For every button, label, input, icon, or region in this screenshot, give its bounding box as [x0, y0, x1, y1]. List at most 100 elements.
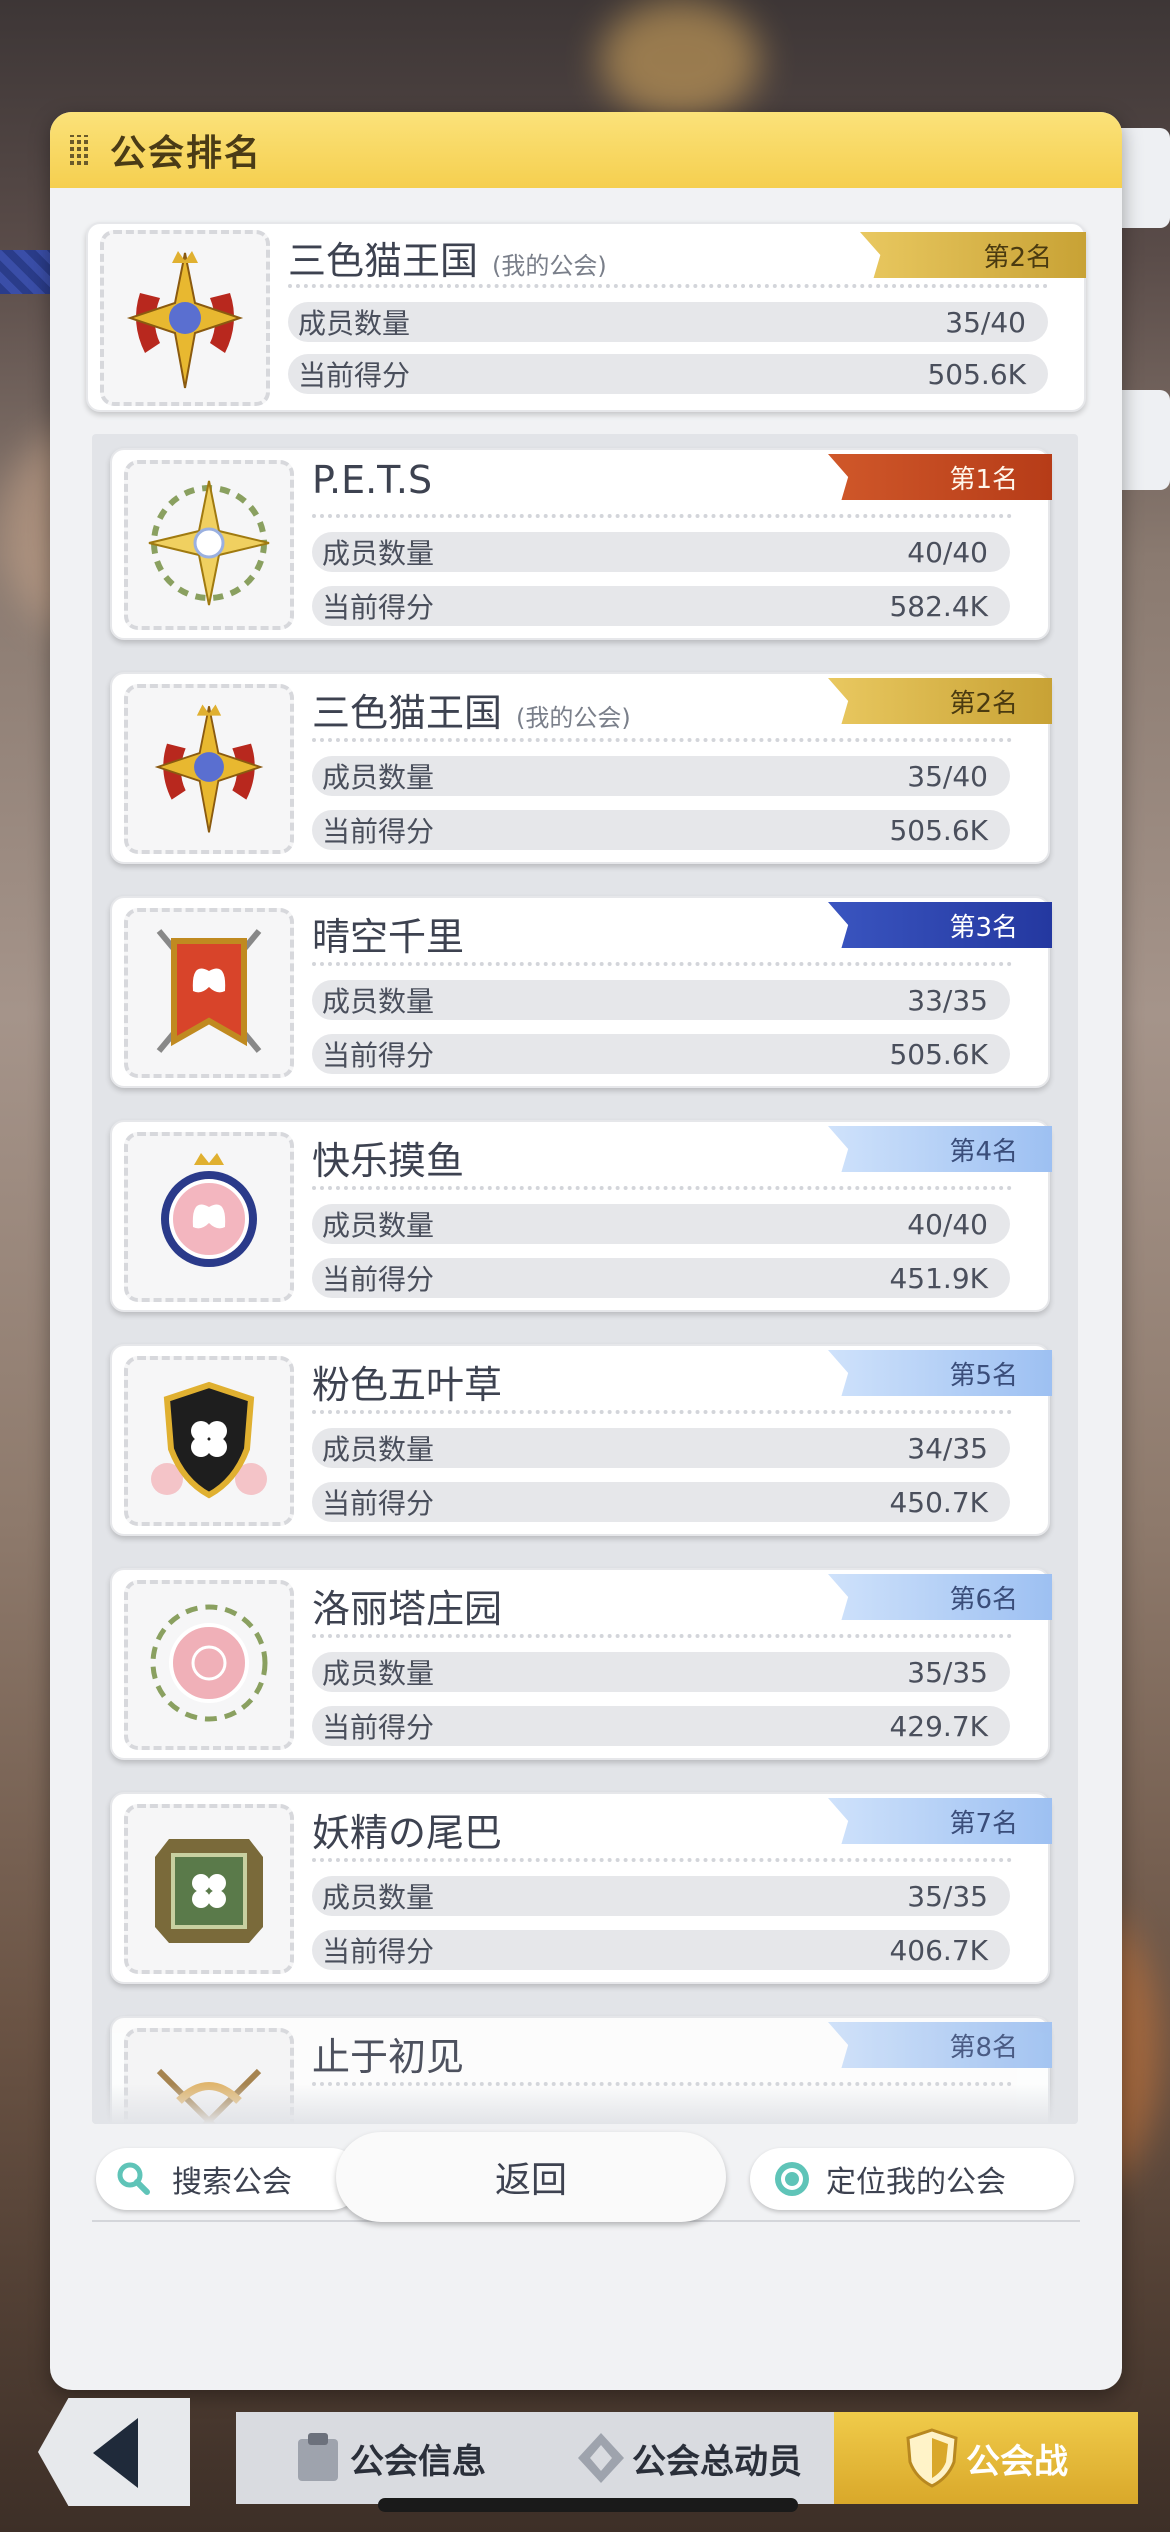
- pink-seal-flower-emblem-icon: [139, 1593, 279, 1737]
- guild-emblem: [124, 908, 294, 1078]
- back-nav-button[interactable]: [38, 2398, 190, 2506]
- guild-emblem: [124, 1132, 294, 1302]
- mobilization-icon: [578, 2433, 624, 2483]
- members-value: 35/35: [907, 1879, 988, 1913]
- black-shield-clover-emblem-icon: [139, 1369, 279, 1513]
- my-guild-card: 三色猫王国 (我的公会) 成员数量 35/40 当前得分 505.6K 第2名: [86, 222, 1086, 412]
- score-value: 429.7K: [889, 1709, 988, 1743]
- rank-badge: 第4名: [828, 1126, 1052, 1172]
- rank-badge: 第2名: [860, 232, 1086, 278]
- guild-name: 妖精の尾巴: [312, 1811, 503, 1855]
- divider: [312, 1186, 1012, 1190]
- guild-list-item[interactable]: 快乐摸鱼成员数量 40/40 当前得分 451.9K 第4名: [110, 1120, 1052, 1312]
- back-arrow-icon: [93, 2418, 138, 2488]
- white-star-flower-emblem-icon: [139, 473, 279, 617]
- guild-emblem: [100, 230, 270, 406]
- grip-icon: [70, 135, 88, 165]
- members-row: 成员数量 35/35: [312, 1876, 1010, 1916]
- score-value: 505.6K: [889, 1037, 988, 1071]
- guild-list-item[interactable]: 三色猫王国 (我的公会) 成员数量 35/40 当前得分 505.6K 第2名: [110, 672, 1052, 864]
- tab-guild-war[interactable]: 公会战: [834, 2412, 1138, 2504]
- divider: [312, 514, 1012, 518]
- rank-badge: 第5名: [828, 1350, 1052, 1396]
- guild-name: P.E.T.S: [312, 458, 433, 502]
- guild-ranking-panel: 公会排名 三色猫王国 (我的公会) 成员数量 35/40 当前得分 505.6K 第2…: [50, 112, 1122, 2390]
- score-value: 505.6K: [889, 813, 988, 847]
- green-frame-clover-emblem-icon: [139, 1817, 279, 1961]
- score-value: 450.7K: [889, 1485, 988, 1519]
- score-row: 当前得分 582.4K: [312, 586, 1010, 626]
- tab-guild-info-label: 公会信息: [350, 2441, 486, 2482]
- rank-badge: 第6名: [828, 1574, 1052, 1620]
- score-value: 406.7K: [889, 1933, 988, 1967]
- members-row: 成员数量 35/40: [288, 302, 1048, 342]
- guild-list-item[interactable]: 粉色五叶草成员数量 34/35 当前得分 450.7K 第5名: [110, 1344, 1052, 1536]
- panel-title: 公会排名: [110, 133, 263, 174]
- pink-seal-butterfly-emblem-icon: [139, 1145, 279, 1289]
- score-row: 当前得分 505.6K: [288, 354, 1048, 394]
- guild-list-item[interactable]: 晴空千里 成员数量 33/35 当前得分 505.6K 第3名: [110, 896, 1052, 1088]
- gold-red-compass-emblem-icon: [126, 251, 244, 389]
- divider: [312, 1858, 1012, 1862]
- clipboard-icon: [298, 2433, 338, 2481]
- rank-badge: 第3名: [828, 902, 1052, 948]
- search-icon: [117, 2162, 150, 2195]
- list-fade: [92, 2084, 1078, 2124]
- members-row: 成员数量 34/35: [312, 1428, 1010, 1468]
- members-value: 34/35: [907, 1431, 988, 1465]
- score-row: 当前得分 451.9K: [312, 1258, 1010, 1298]
- search-guild-label: 搜索公会: [172, 2165, 292, 2200]
- background-light: [600, 0, 760, 120]
- guild-list-item[interactable]: 洛丽塔庄园成员数量 35/35 当前得分 429.7K 第6名: [110, 1568, 1052, 1760]
- guild-name: 快乐摸鱼: [312, 1139, 465, 1183]
- divider: [312, 1634, 1012, 1638]
- guild-name: 三色猫王国 (我的公会): [288, 239, 607, 283]
- divider: [288, 284, 1048, 288]
- guild-emblem: [124, 1580, 294, 1750]
- rank-badge: 第2名: [828, 678, 1052, 724]
- shield-icon: [906, 2428, 958, 2488]
- my-guild-tag: (我的公会): [492, 252, 607, 280]
- members-row: 成员数量 33/35: [312, 980, 1010, 1020]
- red-banner-butterfly-emblem-icon: [139, 921, 279, 1065]
- members-value: 33/35: [907, 983, 988, 1017]
- members-value: 35/40: [945, 305, 1026, 339]
- locate-my-guild-button[interactable]: 定位我的公会: [750, 2148, 1074, 2210]
- members-row: 成员数量 40/40: [312, 1204, 1010, 1244]
- home-indicator: [378, 2498, 798, 2512]
- tab-guild-info[interactable]: 公会信息: [236, 2412, 542, 2504]
- guild-list-item[interactable]: 妖精の尾巴成员数量 35/35 当前得分 406.7K 第7名: [110, 1792, 1052, 1984]
- search-guild-button[interactable]: 搜索公会: [96, 2148, 362, 2210]
- gold-red-compass-emblem-icon: [144, 697, 274, 841]
- guild-list-item[interactable]: P.E.T.S 成员数量 40/40 当前得分 582.4K 第1名: [110, 448, 1052, 640]
- guild-emblem: [124, 460, 294, 630]
- guild-ranking-list[interactable]: P.E.T.S 成员数量 40/40 当前得分 582.4K 第1名 三色猫王国 (我的公会)…: [92, 434, 1078, 2124]
- score-value: 582.4K: [889, 589, 988, 623]
- target-icon: [775, 2162, 809, 2196]
- members-row: 成员数量 35/35: [312, 1652, 1010, 1692]
- score-row: 当前得分 505.6K: [312, 810, 1010, 850]
- tab-guild-mobilization[interactable]: 公会总动员: [542, 2412, 834, 2504]
- score-value: 451.9K: [889, 1261, 988, 1295]
- guild-emblem: [124, 1356, 294, 1526]
- guild-name: 粉色五叶草: [312, 1363, 503, 1407]
- return-button[interactable]: 返回: [336, 2132, 726, 2222]
- divider: [312, 738, 1012, 742]
- members-value: 35/40: [907, 759, 988, 793]
- score-row: 当前得分 429.7K: [312, 1706, 1010, 1746]
- members-value: 35/35: [907, 1655, 988, 1689]
- members-value: 40/40: [907, 1207, 988, 1241]
- members-row: 成员数量 40/40: [312, 532, 1010, 572]
- guild-name: 洛丽塔庄园: [312, 1587, 503, 1631]
- rank-badge: 第7名: [828, 1798, 1052, 1844]
- tab-guild-mobilization-label: 公会总动员: [632, 2441, 802, 2482]
- tab-guild-war-label: 公会战: [966, 2441, 1068, 2482]
- rank-badge: 第8名: [828, 2022, 1052, 2068]
- divider: [312, 1410, 1012, 1414]
- my-guild-tag: (我的公会): [516, 704, 631, 732]
- rank-badge: 第1名: [828, 454, 1052, 500]
- locate-my-guild-label: 定位我的公会: [826, 2165, 1006, 2200]
- divider: [312, 962, 1012, 966]
- score-row: 当前得分 450.7K: [312, 1482, 1010, 1522]
- score-row: 当前得分 406.7K: [312, 1930, 1010, 1970]
